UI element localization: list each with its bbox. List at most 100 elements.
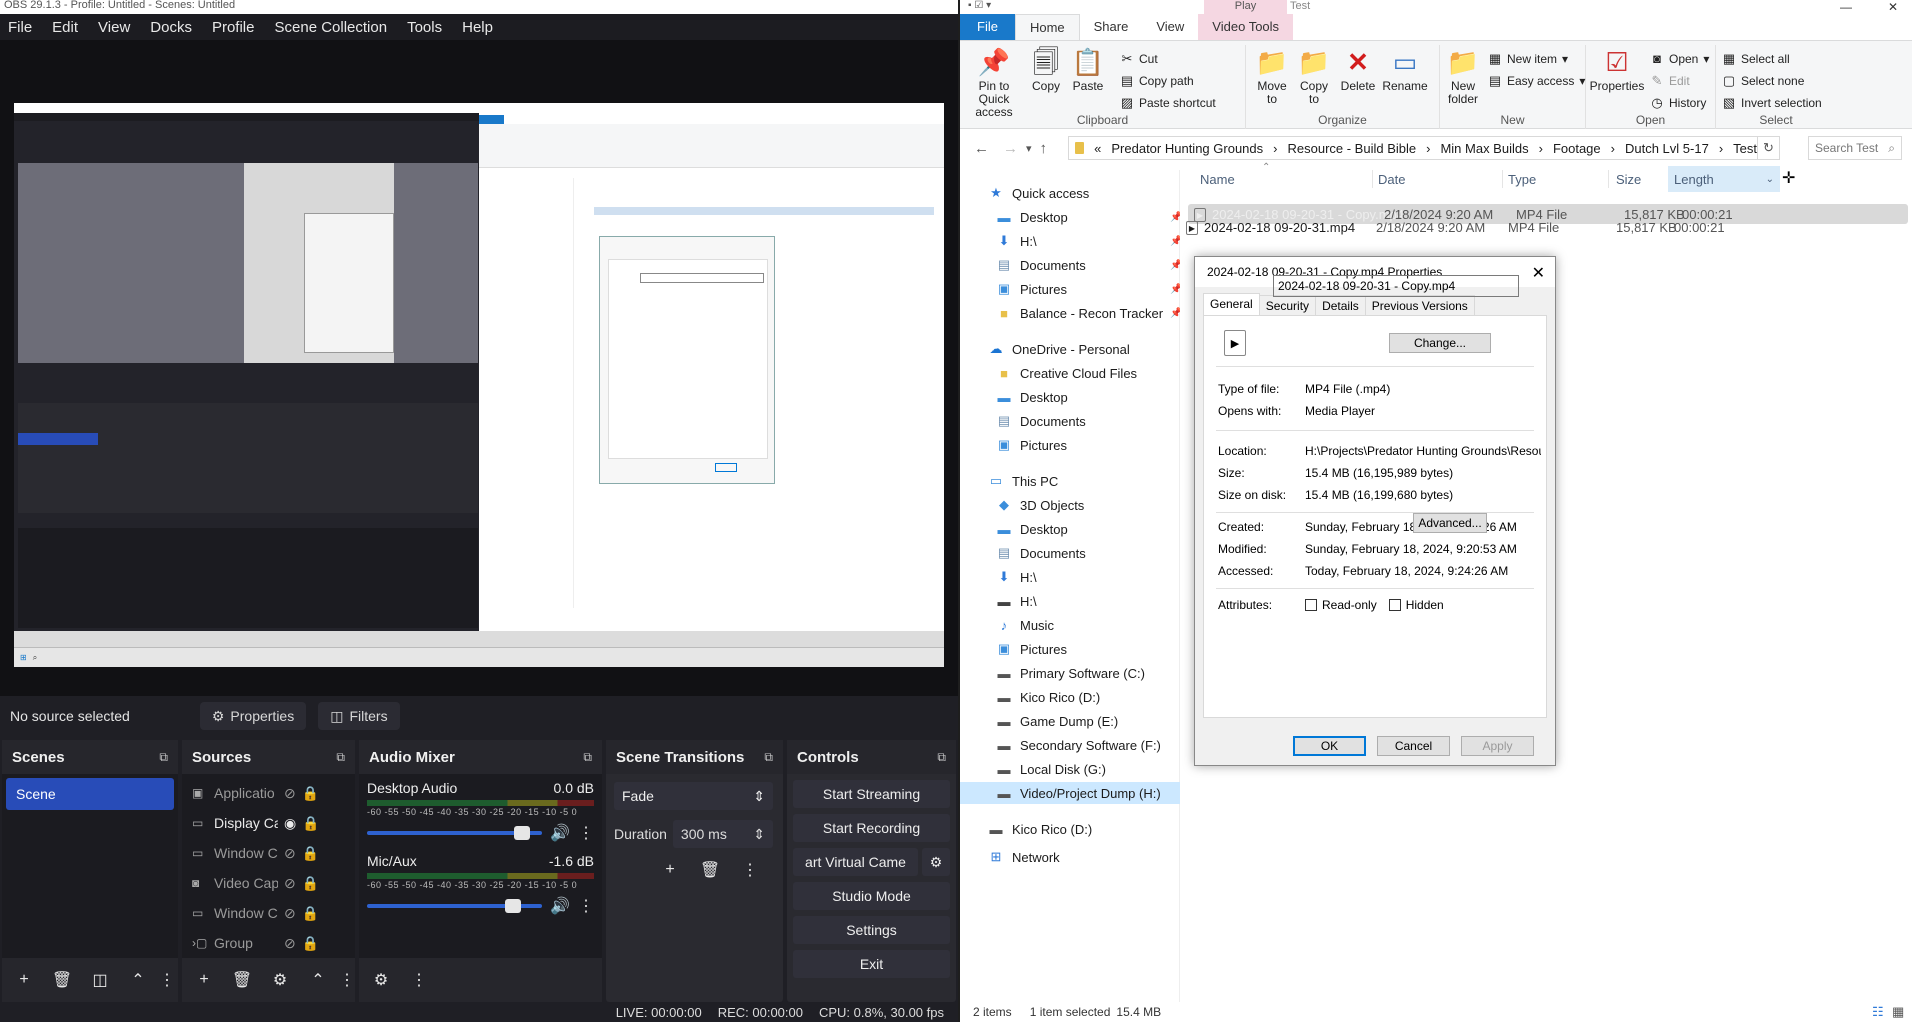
invert-selection-button[interactable]: ▧ Invert selection: [1722, 95, 1822, 111]
nav-item[interactable]: ▬ H:\: [996, 590, 1037, 612]
cut-button[interactable]: ✂ Cut: [1120, 51, 1158, 67]
exit-button[interactable]: Exit: [793, 950, 950, 978]
eye-hidden-icon[interactable]: ⊘: [284, 845, 296, 862]
nav-item[interactable]: ▣ Pictures: [996, 434, 1067, 456]
menu-profile[interactable]: Profile: [212, 19, 255, 36]
source-item[interactable]: ▭ Window C ⊘ 🔒: [182, 898, 355, 928]
breadcrumb-item[interactable]: Min Max Builds: [1440, 141, 1528, 156]
menu-tools[interactable]: Tools: [407, 19, 442, 36]
remove-scene-button[interactable]: 🗑: [48, 966, 76, 994]
more-icon[interactable]: ⋮: [578, 896, 594, 916]
settings-button[interactable]: Settings: [793, 916, 950, 944]
volume-slider[interactable]: [367, 826, 543, 840]
nav-item[interactable]: ▬ Local Disk (G:): [996, 758, 1106, 780]
menu-edit[interactable]: Edit: [52, 19, 78, 36]
nav-item[interactable]: ▬ Game Dump (E:): [996, 710, 1119, 732]
volume-slider[interactable]: [367, 899, 543, 913]
speaker-icon[interactable]: 🔊: [550, 896, 570, 916]
nav-item[interactable]: ▣ Pictures: [996, 638, 1067, 660]
hidden-checkbox[interactable]: Hidden: [1388, 598, 1444, 612]
select-all-button[interactable]: ▦ Select all: [1722, 51, 1790, 67]
nav-item[interactable]: ▬ Desktop: [996, 518, 1068, 540]
volume-knob[interactable]: [505, 899, 522, 913]
easy-access-button[interactable]: ▤ Easy access ▾: [1488, 73, 1586, 89]
more-icon[interactable]: ⋮: [578, 823, 594, 843]
pin-button[interactable]: 📌 Pin to Quick access: [966, 47, 1022, 119]
edit-button[interactable]: ✎ Edit: [1650, 73, 1690, 89]
paste-shortcut-button[interactable]: ▨ Paste shortcut: [1120, 95, 1216, 111]
nav-item[interactable]: ◆ 3D Objects: [996, 494, 1084, 516]
studio-mode-button[interactable]: Studio Mode: [793, 882, 950, 910]
nav-item[interactable]: ▣ Pictures 📌: [996, 278, 1183, 300]
add-scene-button[interactable]: +: [10, 966, 38, 994]
delete-button[interactable]: ✕ Delete: [1338, 47, 1378, 93]
new-folder-button[interactable]: 📁 New folder: [1444, 47, 1482, 106]
add-source-button[interactable]: +: [190, 966, 218, 994]
add-transition-button[interactable]: +: [656, 856, 684, 884]
nav-quick-access[interactable]: ★ Quick access: [988, 182, 1089, 204]
lock-icon[interactable]: 🔒: [302, 845, 319, 862]
history-button[interactable]: ◷ History: [1650, 95, 1706, 111]
tab-home[interactable]: Home: [1014, 14, 1080, 40]
spin-icon[interactable]: ⇕: [753, 826, 765, 843]
duration-spinbox[interactable]: 300 ms ⇕: [672, 820, 773, 848]
transition-select[interactable]: Fade ⇕: [614, 782, 773, 810]
ok-button[interactable]: OK: [1293, 736, 1366, 756]
more-icon[interactable]: ⋮: [159, 966, 175, 994]
nav-item[interactable]: ▤ Documents 📌: [996, 254, 1183, 276]
column-date[interactable]: Date: [1378, 166, 1405, 192]
nav-item[interactable]: ▤ Documents: [996, 410, 1086, 432]
breadcrumb-item[interactable]: Dutch Lvl 5-17: [1625, 141, 1709, 156]
move-up-button[interactable]: ⌃: [304, 966, 332, 994]
copy-button[interactable]: 🗐 Copy: [1028, 47, 1064, 93]
nav-item[interactable]: ▬ Secondary Software (F:): [996, 734, 1161, 756]
breadcrumb-item[interactable]: Test: [1733, 141, 1757, 156]
remove-transition-button[interactable]: 🗑: [696, 856, 724, 884]
tiles-view-icon[interactable]: ▦: [1892, 1004, 1904, 1020]
undock-icon[interactable]: ⧉: [764, 750, 773, 765]
advanced-button[interactable]: Advanced...: [1413, 513, 1487, 533]
undock-icon[interactable]: ⧉: [336, 750, 345, 765]
tab-file[interactable]: File: [960, 14, 1015, 40]
breadcrumb-item[interactable]: Predator Hunting Grounds: [1111, 141, 1263, 156]
copy-to-button[interactable]: 📁 Copy to: [1296, 47, 1332, 106]
lock-icon[interactable]: 🔒: [302, 905, 319, 922]
menu-view[interactable]: View: [98, 19, 130, 36]
breadcrumb-overflow[interactable]: «: [1094, 141, 1101, 156]
select-none-button[interactable]: ▢ Select none: [1722, 73, 1805, 89]
minimize-icon[interactable]: —: [1840, 0, 1852, 14]
column-size[interactable]: Size: [1616, 166, 1641, 192]
cancel-button[interactable]: Cancel: [1377, 736, 1450, 756]
lock-icon[interactable]: 🔒: [302, 875, 319, 892]
close-icon[interactable]: ✕: [1532, 263, 1545, 283]
undock-icon[interactable]: ⧉: [159, 750, 168, 765]
menu-scene-collection[interactable]: Scene Collection: [275, 19, 388, 36]
nav-item[interactable]: ▬ Desktop 📌: [996, 206, 1183, 228]
nav-network[interactable]: ⊞ Network: [988, 846, 1060, 868]
paste-button[interactable]: 📋 Paste: [1068, 47, 1108, 93]
undock-icon[interactable]: ⧉: [583, 750, 592, 765]
menu-file[interactable]: File: [8, 19, 32, 36]
search-box[interactable]: Search Test ⌕: [1808, 136, 1902, 160]
source-item[interactable]: ▭ Display Ca ◉ 🔒: [182, 808, 355, 838]
eye-icon[interactable]: ◉: [284, 815, 296, 832]
lock-icon[interactable]: 🔒: [302, 785, 319, 802]
scene-item[interactable]: Scene: [6, 778, 174, 810]
start-recording-button[interactable]: Start Recording: [793, 814, 950, 842]
move-up-button[interactable]: ⌃: [124, 966, 152, 994]
address-bar[interactable]: « Predator Hunting Grounds › Resource - B…: [1068, 136, 1758, 160]
column-name[interactable]: Name: [1200, 166, 1235, 192]
breadcrumb-item[interactable]: Footage: [1553, 141, 1601, 156]
tab-view[interactable]: View: [1142, 14, 1198, 40]
back-arrow-icon[interactable]: ←: [974, 140, 989, 157]
more-icon[interactable]: ⋮: [405, 966, 433, 994]
source-item[interactable]: ◙ Video Cap ⊘ 🔒: [182, 868, 355, 898]
nav-item[interactable]: ♪ Music: [996, 614, 1054, 636]
undock-icon[interactable]: ⧉: [937, 750, 946, 765]
source-item[interactable]: ›▢ Group ⊘ 🔒: [182, 928, 355, 958]
remove-source-button[interactable]: 🗑: [228, 966, 256, 994]
more-icon[interactable]: ⋮: [736, 856, 764, 884]
eye-hidden-icon[interactable]: ⊘: [284, 905, 296, 922]
lock-icon[interactable]: 🔒: [302, 935, 319, 952]
eye-hidden-icon[interactable]: ⊘: [284, 875, 296, 892]
